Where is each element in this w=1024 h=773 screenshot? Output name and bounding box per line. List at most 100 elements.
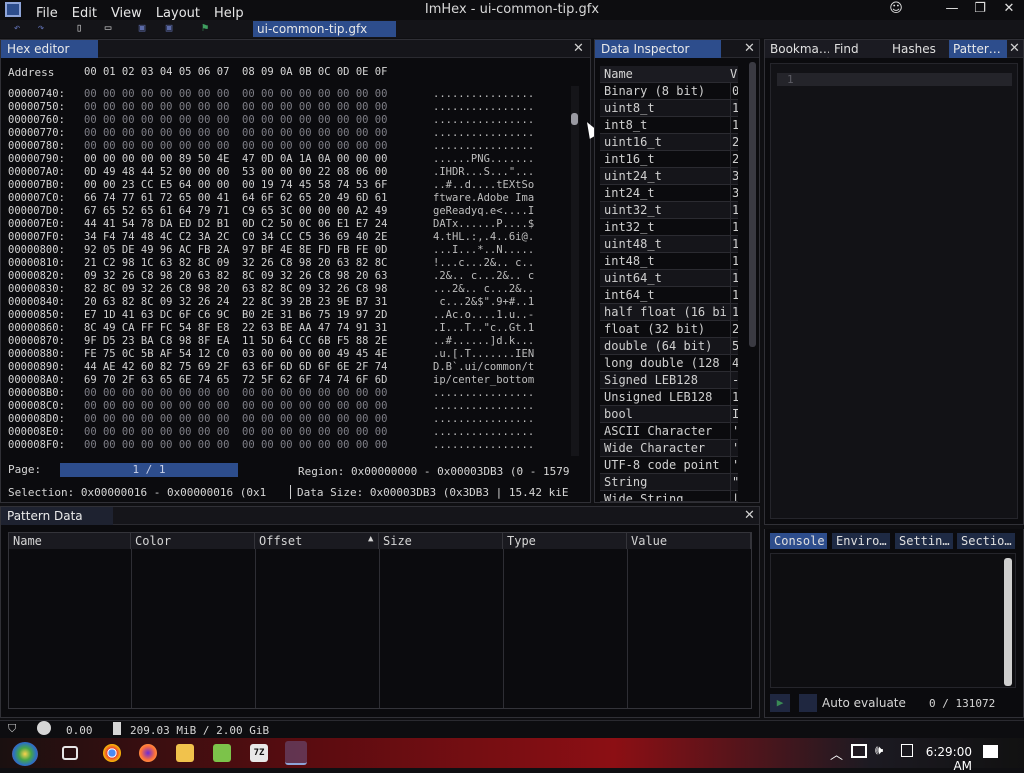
hex-row-bytes[interactable]: 00 00 00 00 00 00 00 00 00 00 00 00 00 0…	[84, 413, 387, 426]
inspector-row[interactable]: uint16_t 2	[600, 134, 738, 151]
hex-row-ascii[interactable]: ...2&.. c...2&..	[433, 283, 534, 296]
hex-row-bytes[interactable]: 34 F4 74 48 4C C2 3A 2C C0 34 CC C5 36 6…	[84, 231, 387, 244]
col-color[interactable]: Color	[131, 533, 255, 549]
inspector-row[interactable]: ASCII Character '	[600, 423, 738, 440]
hex-row-ascii[interactable]: .u.[.T.......IEN	[433, 348, 534, 361]
col-value[interactable]: Value	[627, 533, 751, 549]
hex-row-bytes[interactable]: 44 AE 42 60 82 75 69 2F 63 6F 6D 6D 6F 6…	[84, 361, 387, 374]
hex-scrollbar-thumb[interactable]	[571, 113, 578, 125]
close-pattern-data-icon[interactable]: ✕	[744, 508, 755, 523]
hex-row-bytes[interactable]: 00 00 00 00 00 00 00 00 00 00 00 00 00 0…	[84, 439, 387, 452]
inspector-row[interactable]: Binary (8 bit) 0	[600, 83, 738, 100]
clock[interactable]: 6:29:00 AM	[904, 745, 972, 773]
hex-row-bytes[interactable]: 00 00 00 00 00 00 00 00 00 00 00 00 00 0…	[84, 101, 387, 114]
hex-row-ascii[interactable]: .2&.. c...2&.. c	[433, 270, 534, 283]
inspector-row[interactable]: uint48_t 1	[600, 236, 738, 253]
hex-row-ascii[interactable]: .IHDR...S..."...	[433, 166, 534, 179]
tab-pattern-editor[interactable]: Patter…	[949, 40, 1007, 58]
hex-row-bytes[interactable]: 82 8C 09 32 26 C8 98 20 63 82 8C 09 32 2…	[84, 283, 387, 296]
hex-row-ascii[interactable]: .I...T.."c..Gt.1	[433, 322, 534, 335]
hex-row-bytes[interactable]: 00 00 00 00 00 00 00 00 00 00 00 00 00 0…	[84, 140, 387, 153]
inspector-col-value[interactable]: V	[730, 66, 737, 83]
hex-row-ascii[interactable]: ..#......]d.k...	[433, 335, 534, 348]
tab-sections[interactable]: Sectio…	[957, 533, 1015, 549]
open-folder-icon[interactable]: ▭	[101, 21, 115, 35]
hex-row-bytes[interactable]: 8C 49 CA FF FC 54 8F E8 22 63 BE AA 47 7…	[84, 322, 387, 335]
shield-icon[interactable]: ⛉	[8, 722, 16, 736]
hex-row-ascii[interactable]: ................	[433, 88, 534, 101]
inspector-row[interactable]: int8_t 1	[600, 117, 738, 134]
inspector-row[interactable]: uint32_t 1	[600, 202, 738, 219]
firefox-icon[interactable]	[139, 744, 157, 762]
hex-row-bytes[interactable]: 00 00 00 00 00 00 00 00 00 00 00 00 00 0…	[84, 400, 387, 413]
hex-row-bytes[interactable]: 20 63 82 8C 09 32 26 24 22 8C 39 2B 23 9…	[84, 296, 387, 309]
inspector-scrollbar-thumb[interactable]	[749, 62, 756, 347]
notepadplusplus-icon[interactable]	[213, 744, 231, 762]
close-data-inspector-icon[interactable]: ✕	[744, 41, 755, 56]
hex-row-bytes[interactable]: 00 00 00 00 00 89 50 4E 47 0D 0A 1A 0A 0…	[84, 153, 387, 166]
hex-row-bytes[interactable]: 09 32 26 C8 98 20 63 82 8C 09 32 26 C8 9…	[84, 270, 387, 283]
col-type[interactable]: Type	[503, 533, 627, 549]
restore-icon[interactable]: ❐	[969, 1, 991, 19]
pattern-code-editor[interactable]	[770, 63, 1018, 519]
hex-scrollbar[interactable]	[571, 86, 579, 456]
inspector-row[interactable]: Signed LEB128 -	[600, 372, 738, 389]
hex-row-bytes[interactable]: 67 65 52 65 61 64 79 71 C9 65 3C 00 00 0…	[84, 205, 387, 218]
inspector-row[interactable]: UTF-8 code point '	[600, 457, 738, 474]
auto-evaluate-checkbox[interactable]	[799, 694, 817, 712]
file-tab[interactable]: ui-common-tip.gfx	[253, 21, 396, 37]
minimize-icon[interactable]: —	[941, 1, 963, 19]
tab-data-inspector[interactable]: Data Inspector	[595, 40, 721, 58]
tab-hex-editor[interactable]: Hex editor	[1, 40, 98, 58]
close-window-icon[interactable]: ✕	[998, 1, 1020, 19]
run-button[interactable]: ▶	[770, 694, 790, 712]
task-view-icon[interactable]	[62, 746, 78, 760]
tab-settings[interactable]: Settin…	[895, 533, 953, 549]
hex-row-ascii[interactable]: ip/center_bottom	[433, 374, 534, 387]
notifications-icon[interactable]	[983, 745, 998, 758]
hex-row-bytes[interactable]: 0D 49 48 44 52 00 00 00 53 00 00 00 22 0…	[84, 166, 387, 179]
hex-row-bytes[interactable]: 00 00 00 00 00 00 00 00 00 00 00 00 00 0…	[84, 387, 387, 400]
inspector-row[interactable]: int64_t 1	[600, 287, 738, 304]
hex-row-bytes[interactable]: 00 00 00 00 00 00 00 00 00 00 00 00 00 0…	[84, 114, 387, 127]
inspector-row[interactable]: int48_t 1	[600, 253, 738, 270]
col-name[interactable]: Name	[9, 533, 131, 549]
page-slider[interactable]: 1 / 1	[60, 463, 238, 477]
console-output[interactable]	[770, 553, 1016, 688]
inspector-col-name[interactable]: Name	[604, 66, 633, 83]
undo-icon[interactable]: ↶	[10, 21, 24, 35]
tab-environment[interactable]: Enviro…	[832, 533, 890, 549]
inspector-row[interactable]: long double (128 |4	[600, 355, 738, 372]
hex-row-ascii[interactable]: ................	[433, 387, 534, 400]
menu-edit[interactable]: Edit	[72, 6, 97, 21]
hex-row-bytes[interactable]: 00 00 00 00 00 00 00 00 00 00 00 00 00 0…	[84, 88, 387, 101]
hex-row-ascii[interactable]: ......PNG.......	[433, 153, 534, 166]
close-hex-editor-icon[interactable]: ✕	[573, 41, 584, 56]
hex-row-ascii[interactable]: ................	[433, 426, 534, 439]
inspector-row[interactable]: bool I	[600, 406, 738, 423]
menu-help[interactable]: Help	[214, 6, 244, 21]
hex-row-ascii[interactable]: ................	[433, 400, 534, 413]
new-file-icon[interactable]: ▯	[72, 21, 86, 35]
inspector-row[interactable]: Unsigned LEB128 1	[600, 389, 738, 406]
volume-icon[interactable]: 🕪	[875, 743, 883, 758]
tab-pattern-data[interactable]: Pattern Data	[1, 507, 113, 525]
hex-row-ascii[interactable]: ................	[433, 127, 534, 140]
inspector-row[interactable]: int16_t 2	[600, 151, 738, 168]
hex-row-ascii[interactable]: ................	[433, 439, 534, 452]
inspector-row[interactable]: int32_t 1	[600, 219, 738, 236]
start-button-icon[interactable]	[12, 742, 38, 766]
network-icon[interactable]	[851, 744, 867, 758]
inspector-row[interactable]: Wide String |	[600, 491, 738, 502]
hex-row-ascii[interactable]: ...I...*..N.....	[433, 244, 534, 257]
close-pattern-editor-icon[interactable]: ✕	[1009, 41, 1020, 56]
hex-row-bytes[interactable]: E7 1D 41 63 DC 6F C6 9C B0 2E 31 B6 75 1…	[84, 309, 387, 322]
hex-row-ascii[interactable]: ................	[433, 101, 534, 114]
tab-find[interactable]: Find	[829, 40, 889, 58]
tray-chevron-up-icon[interactable]: ︿	[830, 744, 843, 763]
tab-hashes[interactable]: Hashes	[887, 40, 955, 58]
col-offset[interactable]: Offset	[255, 533, 379, 549]
inspector-row[interactable]: double (64 bit) 5	[600, 338, 738, 355]
hex-row-ascii[interactable]: ................	[433, 140, 534, 153]
hex-row-ascii[interactable]: geReadyq.e<....I	[433, 205, 534, 218]
